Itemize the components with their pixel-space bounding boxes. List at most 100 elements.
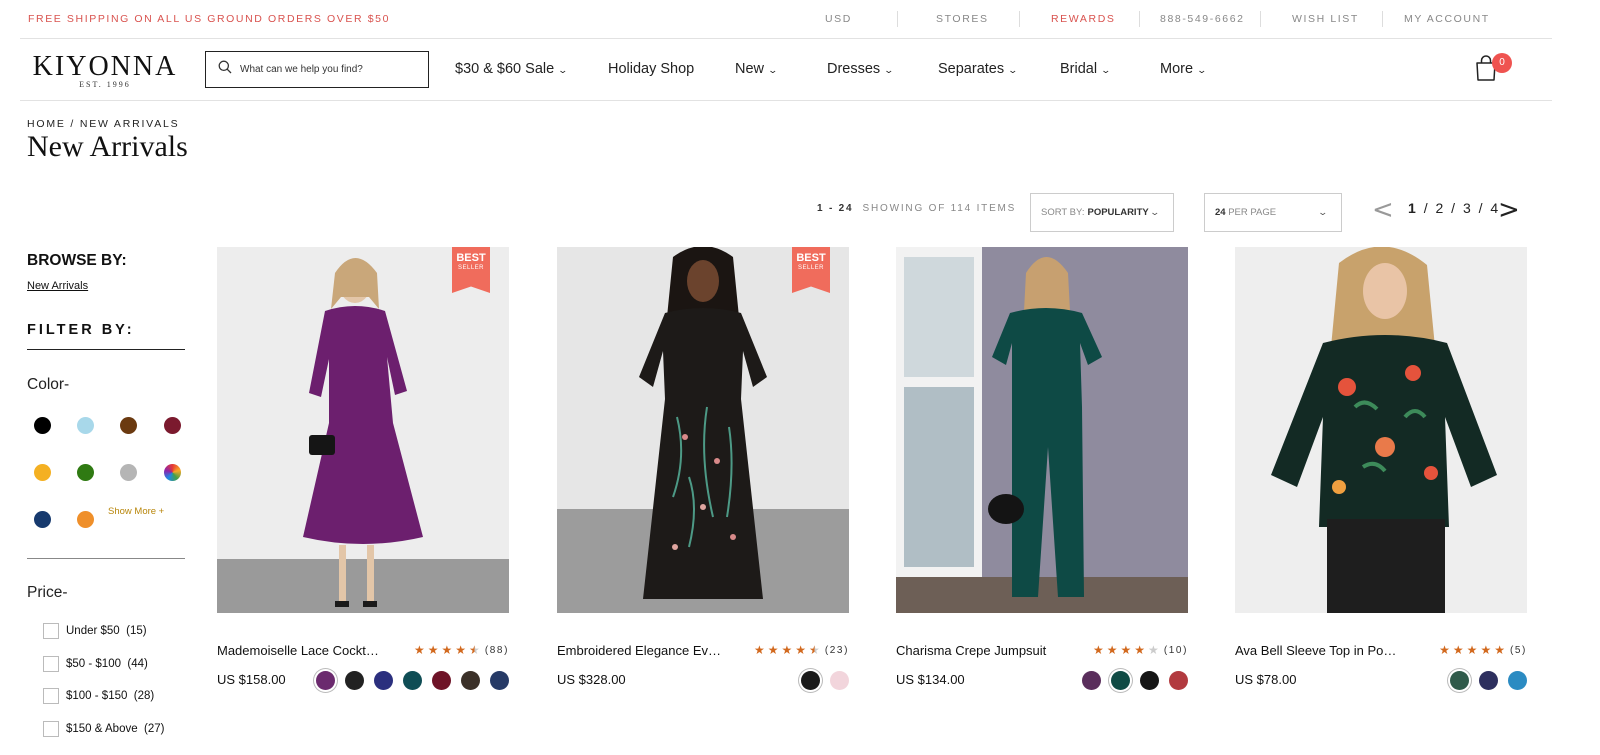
nav-more[interactable]: More ⌄ — [1160, 61, 1208, 77]
nav-separates[interactable]: Separates ⌄ — [938, 61, 1019, 77]
currency-link[interactable]: USD — [825, 13, 852, 25]
product-rating: ★ ★ ★ ★ ★ (10) — [1090, 644, 1188, 656]
review-count: (5) — [1509, 644, 1527, 656]
color-swatch-brown[interactable] — [120, 417, 137, 434]
phone-link[interactable]: 888-549-6662 — [1160, 13, 1245, 25]
browse-by-heading: BROWSE BY: — [27, 252, 127, 269]
product-name[interactable]: Ava Bell Sleeve Top in Poppy Print — [1235, 643, 1400, 658]
star-half-icon: ★ — [469, 643, 480, 657]
show-more-colors-link[interactable]: Show More + — [108, 506, 164, 517]
color-option[interactable] — [830, 671, 849, 690]
prev-page-icon[interactable]: < — [1372, 197, 1394, 223]
main-nav: KIYONNA EST. 1996 $30 & $60 Sale⌄ Holida… — [20, 39, 1552, 101]
divider — [1260, 11, 1261, 27]
nav-dresses[interactable]: Dresses ⌄ — [827, 61, 894, 77]
next-page-icon[interactable]: > — [1498, 197, 1520, 223]
nav-label: Holiday Shop — [608, 61, 695, 77]
nav-label: New — [735, 61, 765, 77]
color-option[interactable] — [461, 671, 480, 690]
page-2[interactable]: 2 — [1435, 200, 1443, 216]
star-icon: ★ — [413, 643, 425, 657]
checkbox[interactable] — [43, 688, 59, 704]
star-icon: ★ — [455, 643, 467, 657]
color-option[interactable] — [1450, 671, 1469, 690]
kiyonna-logo[interactable]: KIYONNA EST. 1996 — [30, 51, 180, 90]
sort-select[interactable]: SORT BY: POPULARITY ⌄ — [1030, 193, 1174, 232]
per-page-label: PER PAGE — [1228, 207, 1277, 218]
checkbox[interactable] — [43, 721, 59, 737]
product-image[interactable]: BEST SELLER — [557, 247, 849, 613]
logo-wordmark: KIYONNA — [32, 51, 178, 82]
nav-holiday-shop[interactable]: Holiday Shop — [608, 61, 694, 77]
product-name[interactable]: Embroidered Elegance Evening Gown — [557, 643, 722, 658]
color-option[interactable] — [801, 671, 820, 690]
price-filter-100-150[interactable]: $100 - $150 (28) — [43, 688, 154, 704]
search-icon[interactable] — [218, 60, 232, 79]
price-filter-50-100[interactable]: $50 - $100 (44) — [43, 656, 148, 672]
nav-bridal[interactable]: Bridal ⌄ — [1060, 61, 1111, 77]
color-swatch-black[interactable] — [34, 417, 51, 434]
price-label: $150 & Above — [66, 723, 138, 735]
product-image[interactable]: BEST SELLER — [217, 247, 509, 613]
browse-new-arrivals-link[interactable]: New Arrivals — [27, 280, 88, 292]
color-option[interactable] — [1479, 671, 1498, 690]
chevron-down-icon: ⌄ — [1149, 207, 1161, 217]
page-3[interactable]: 3 — [1463, 200, 1471, 216]
star-icon: ★ — [795, 643, 807, 657]
star-half-icon: ★ — [809, 643, 820, 657]
star-empty-icon: ★ — [1148, 643, 1159, 657]
color-swatch-orange[interactable] — [77, 511, 94, 528]
search-box[interactable] — [205, 51, 429, 88]
chevron-down-icon: ⌄ — [1196, 64, 1208, 75]
color-option[interactable] — [374, 671, 393, 690]
star-icon: ★ — [1452, 643, 1464, 657]
nav-sale[interactable]: $30 & $60 Sale ⌄ — [455, 61, 568, 77]
checkbox[interactable] — [43, 656, 59, 672]
price-filter-under-50[interactable]: Under $50 (15) — [43, 623, 147, 639]
color-option[interactable] — [432, 671, 451, 690]
breadcrumb[interactable]: HOME / NEW ARRIVALS — [27, 118, 179, 130]
color-option[interactable] — [403, 671, 422, 690]
stores-link[interactable]: STORES — [936, 13, 989, 25]
color-option[interactable] — [345, 671, 364, 690]
product-name[interactable]: Charisma Crepe Jumpsuit — [896, 643, 1061, 658]
color-facet-title: Color- — [27, 376, 70, 393]
star-icon: ★ — [1480, 643, 1492, 657]
product-rating: ★ ★ ★ ★ ★ (88) — [411, 644, 509, 656]
checkbox[interactable] — [43, 623, 59, 639]
color-option[interactable] — [490, 671, 509, 690]
color-option[interactable] — [1169, 671, 1188, 690]
product-name[interactable]: Mademoiselle Lace Cocktail Dress — [217, 643, 382, 658]
per-page-select[interactable]: 24 PER PAGE ⌄ — [1204, 193, 1342, 232]
color-swatch-light-blue[interactable] — [77, 417, 94, 434]
review-count: (10) — [1163, 644, 1188, 656]
chevron-down-icon: ⌄ — [1007, 64, 1019, 75]
star-icon: ★ — [1466, 643, 1478, 657]
color-option[interactable] — [1140, 671, 1159, 690]
color-option[interactable] — [1508, 671, 1527, 690]
color-swatch-burgundy[interactable] — [164, 417, 181, 434]
product-rating: ★ ★ ★ ★ ★ (5) — [1436, 644, 1527, 656]
product-rating: ★ ★ ★ ★ ★ (23) — [751, 644, 849, 656]
product-price: US $158.00 — [217, 672, 286, 687]
my-account-link[interactable]: MY ACCOUNT — [1404, 13, 1490, 25]
color-swatch-grey[interactable] — [120, 464, 137, 481]
filter-by-heading: FILTER BY: — [27, 322, 135, 338]
star-icon: ★ — [427, 643, 439, 657]
color-option[interactable] — [316, 671, 335, 690]
color-swatch-yellow[interactable] — [34, 464, 51, 481]
rewards-link[interactable]: REWARDS — [1051, 13, 1115, 25]
page-1[interactable]: 1 — [1408, 200, 1416, 216]
color-swatch-navy[interactable] — [34, 511, 51, 528]
color-option[interactable] — [1111, 671, 1130, 690]
color-swatch-multicolor[interactable] — [164, 464, 181, 481]
product-image[interactable] — [1235, 247, 1527, 613]
product-image[interactable] — [896, 247, 1188, 613]
nav-label: Bridal — [1060, 61, 1098, 77]
wish-list-link[interactable]: WISH LIST — [1292, 13, 1359, 25]
color-swatch-green[interactable] — [77, 464, 94, 481]
price-filter-150-above[interactable]: $150 & Above (27) — [43, 721, 164, 737]
search-input[interactable] — [240, 64, 420, 75]
nav-new[interactable]: New ⌄ — [735, 61, 778, 77]
color-option[interactable] — [1082, 671, 1101, 690]
